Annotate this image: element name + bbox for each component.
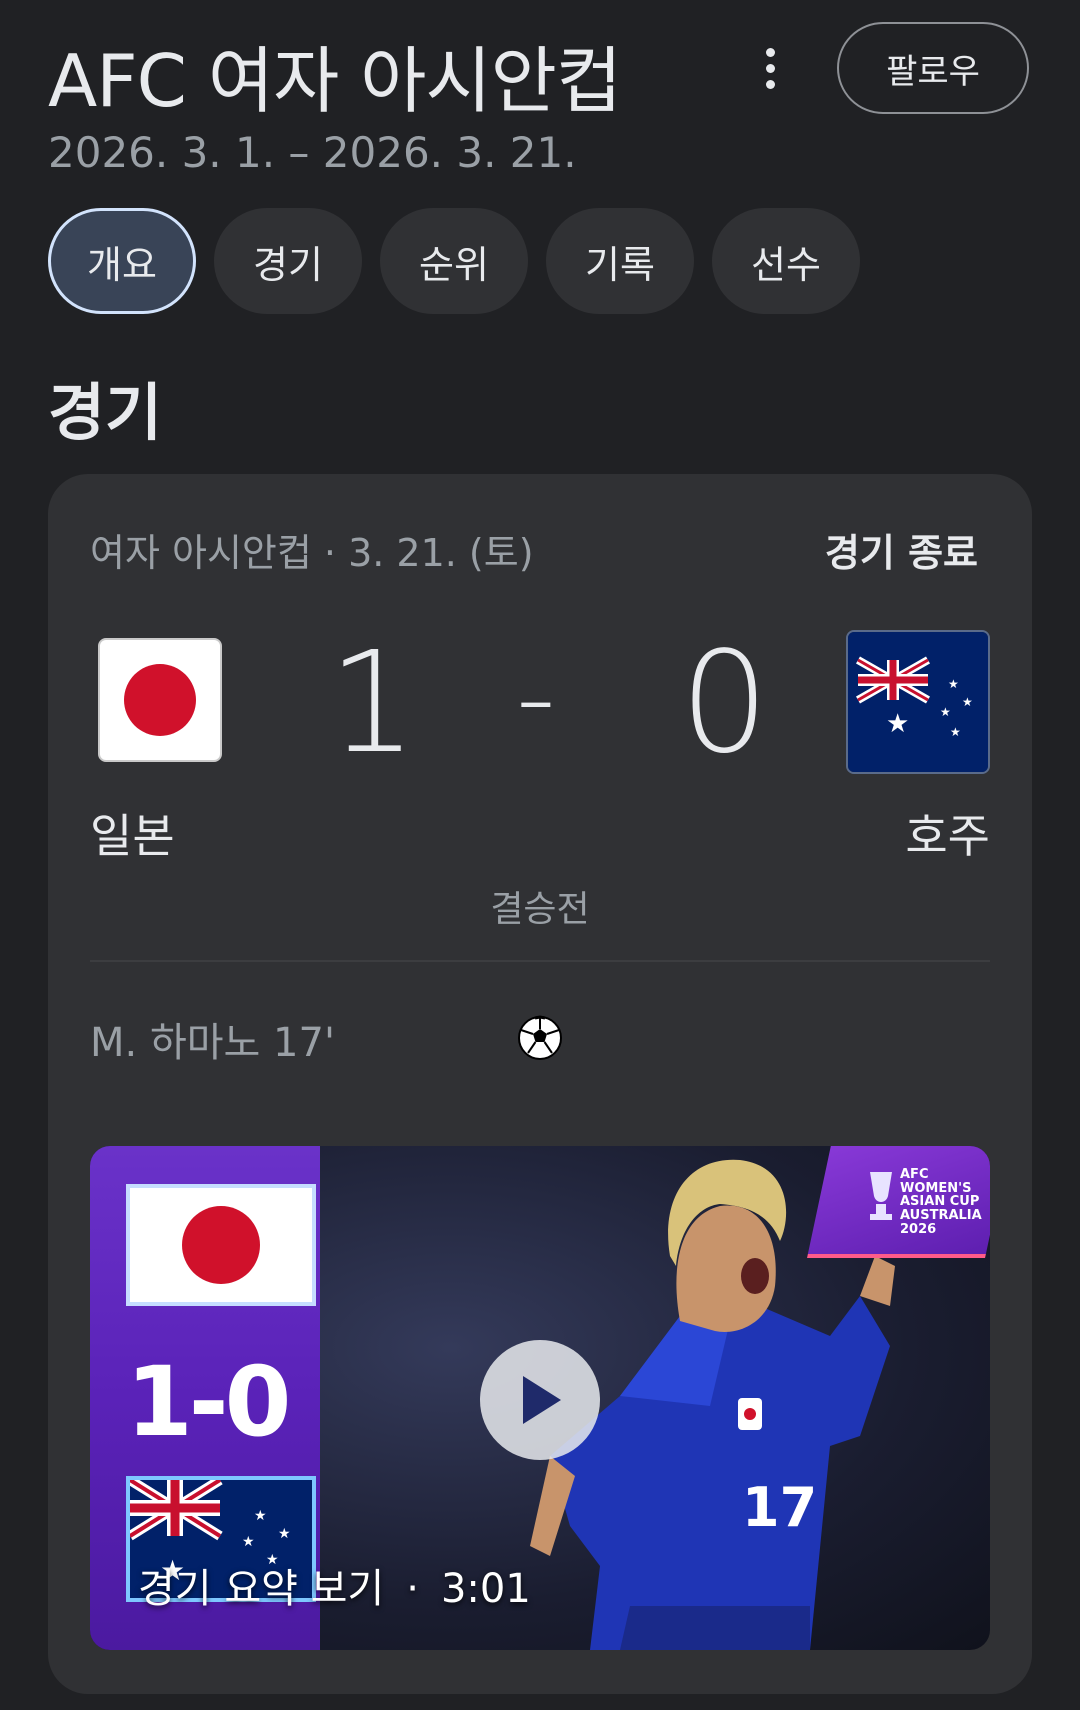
tab-overview[interactable]: 개요 bbox=[48, 208, 196, 314]
svg-text:17: 17 bbox=[742, 1476, 817, 1539]
svg-text:★: ★ bbox=[940, 705, 951, 719]
follow-button[interactable]: 팔로우 bbox=[837, 22, 1029, 114]
match-meta: 여자 아시안컵 · 3. 21. (토) bbox=[90, 531, 534, 575]
tournament-badge-text: AFC WOMEN'S ASIAN CUP AUSTRALIA 2026 bbox=[900, 1167, 982, 1237]
section-title: 경기 bbox=[48, 376, 163, 449]
svg-text:★: ★ bbox=[242, 1534, 255, 1550]
video-duration: 3:01 bbox=[440, 1566, 531, 1612]
svg-text:★: ★ bbox=[254, 1508, 267, 1524]
date-range: 2026. 3. 1. – 2026. 3. 21. bbox=[48, 128, 577, 177]
divider bbox=[90, 960, 990, 962]
video-caption: 경기 요약 보기 · 3:01 bbox=[138, 1566, 531, 1612]
svg-text:★: ★ bbox=[948, 677, 959, 691]
goal-scorer: M. 하마노 17' bbox=[90, 1020, 335, 1066]
trophy-icon bbox=[870, 1172, 892, 1220]
match-card[interactable]: 여자 아시안컵 · 3. 21. (토) 경기 종료 1 - 0 ★ ★ ★ ★… bbox=[48, 474, 1032, 1694]
svg-text:★: ★ bbox=[950, 725, 961, 739]
japan-flag-icon bbox=[98, 638, 222, 762]
video-japan-flag-icon bbox=[126, 1184, 316, 1306]
more-options-icon[interactable] bbox=[742, 36, 798, 100]
home-team-name: 일본 bbox=[90, 809, 175, 863]
tab-standings[interactable]: 순위 bbox=[380, 208, 528, 314]
match-stage: 결승전 bbox=[490, 889, 590, 930]
tab-matches[interactable]: 경기 bbox=[214, 208, 362, 314]
video-caption-label: 경기 요약 보기 bbox=[138, 1566, 385, 1612]
play-icon bbox=[523, 1376, 561, 1424]
match-status: 경기 종료 bbox=[824, 531, 978, 575]
svg-text:★: ★ bbox=[886, 709, 909, 739]
svg-text:★: ★ bbox=[278, 1526, 291, 1542]
video-overlay-score: 1-0 bbox=[126, 1346, 291, 1458]
page-title: AFC 여자 아시안컵 bbox=[48, 39, 622, 123]
svg-text:★: ★ bbox=[962, 695, 973, 709]
tab-bar: 개요 경기 순위 기록 선수 bbox=[48, 208, 860, 314]
score-separator: - bbox=[516, 633, 556, 761]
soccer-ball-icon bbox=[518, 1015, 562, 1060]
australia-flag-icon: ★ ★ ★ ★ ★ bbox=[846, 630, 990, 774]
home-score: 1 bbox=[328, 622, 418, 785]
tab-stats[interactable]: 기록 bbox=[546, 208, 694, 314]
away-team-name: 호주 bbox=[905, 809, 990, 863]
tab-players[interactable]: 선수 bbox=[712, 208, 860, 314]
page: AFC 여자 아시안컵 팔로우 2026. 3. 1. – 2026. 3. 2… bbox=[0, 0, 1080, 1710]
play-button[interactable] bbox=[480, 1340, 600, 1460]
video-highlight[interactable]: 1-0 ★ ★ ★ ★ ★ 17 AFC WOMEN'S ASIAN CUP A… bbox=[90, 1146, 990, 1650]
away-score: 0 bbox=[680, 622, 770, 785]
